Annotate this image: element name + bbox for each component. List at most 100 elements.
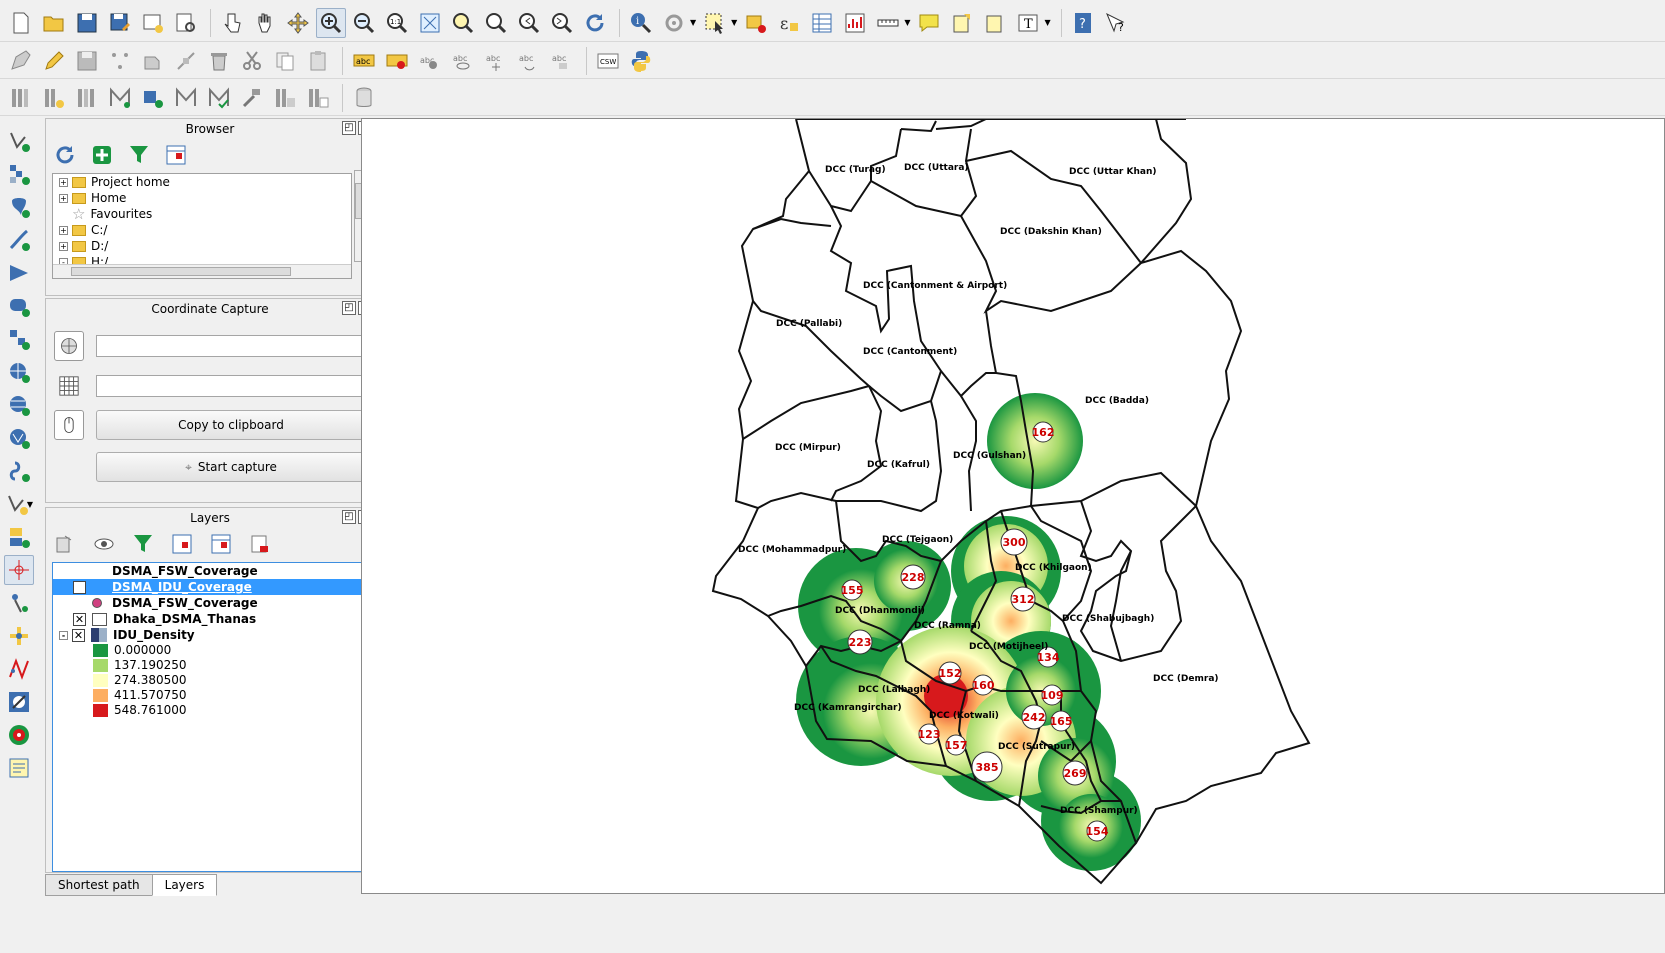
label-properties-icon[interactable]: abc bbox=[547, 46, 577, 76]
add-shapefile-icon[interactable] bbox=[6, 83, 36, 113]
crs-selector-icon[interactable] bbox=[54, 331, 84, 361]
label-highlight-icon[interactable]: abc bbox=[415, 46, 445, 76]
vector-split-icon[interactable] bbox=[171, 83, 201, 113]
expand-icon[interactable]: + bbox=[59, 193, 68, 203]
coordinate-capture-icon[interactable] bbox=[4, 555, 34, 585]
expand-all-icon[interactable] bbox=[169, 531, 195, 557]
vector-hammer-icon[interactable] bbox=[237, 83, 267, 113]
add-db2-layer-icon[interactable] bbox=[4, 324, 34, 354]
identify-icon[interactable]: i bbox=[626, 8, 656, 38]
tab-shortest-path[interactable]: Shortest path bbox=[45, 874, 153, 896]
remove-layer-icon[interactable] bbox=[247, 531, 273, 557]
attribute-table-icon[interactable] bbox=[807, 8, 837, 38]
layer-styling-icon[interactable] bbox=[52, 531, 78, 557]
topology-checker-icon[interactable] bbox=[4, 654, 34, 684]
touch-zoom-icon[interactable] bbox=[217, 8, 247, 38]
chevron-down-icon[interactable]: ▼ bbox=[731, 18, 737, 27]
measure-line-icon[interactable] bbox=[873, 8, 903, 38]
expand-icon[interactable]: + bbox=[59, 225, 68, 235]
database-icon[interactable] bbox=[349, 83, 379, 113]
new-project-icon[interactable] bbox=[6, 8, 36, 38]
layer-visibility-checkbox[interactable] bbox=[73, 597, 86, 610]
refresh-icon[interactable] bbox=[52, 142, 78, 168]
python-console-icon[interactable] bbox=[626, 46, 656, 76]
label-move-icon[interactable]: abc bbox=[481, 46, 511, 76]
map-crs-coordinate-field[interactable] bbox=[96, 375, 366, 397]
vector-info-icon[interactable] bbox=[270, 83, 300, 113]
label-show-hide-icon[interactable]: abc bbox=[448, 46, 478, 76]
layer-visibility-checkbox[interactable]: ✕ bbox=[72, 628, 85, 642]
merge-layers-icon[interactable] bbox=[72, 83, 102, 113]
add-oracle-layer-icon[interactable] bbox=[4, 291, 34, 321]
track-mouse-icon[interactable] bbox=[54, 410, 84, 440]
refresh-icon[interactable] bbox=[580, 8, 610, 38]
deselect-icon[interactable] bbox=[741, 8, 771, 38]
chevron-down-icon[interactable]: ▼ bbox=[690, 18, 696, 27]
layer-item[interactable]: ✕ DSMA_IDU_Coverage bbox=[53, 579, 367, 595]
user-crs-coordinate-field[interactable] bbox=[96, 335, 366, 357]
georeferencer-icon[interactable] bbox=[4, 588, 34, 618]
zoom-next-icon[interactable] bbox=[547, 8, 577, 38]
chevron-down-icon[interactable]: ▼ bbox=[1044, 18, 1050, 27]
add-wms-layer-icon[interactable] bbox=[4, 357, 34, 387]
filter-legend-icon[interactable] bbox=[130, 531, 156, 557]
whats-this-icon[interactable]: ? bbox=[1101, 8, 1131, 38]
layer-visibility-checkbox[interactable]: ✕ bbox=[73, 612, 86, 626]
show-bookmarks-icon[interactable] bbox=[980, 8, 1010, 38]
csw-icon[interactable]: CSW bbox=[593, 46, 623, 76]
toggle-editing-icon[interactable] bbox=[39, 46, 69, 76]
add-spatialite-layer-icon[interactable] bbox=[4, 225, 34, 255]
new-bookmark-icon[interactable] bbox=[947, 8, 977, 38]
select-features-icon[interactable] bbox=[700, 8, 730, 38]
vector-add-icon[interactable] bbox=[138, 83, 168, 113]
qgis-cloud-icon[interactable] bbox=[4, 720, 34, 750]
zoom-full-icon[interactable] bbox=[415, 8, 445, 38]
add-vector-layer-icon[interactable] bbox=[4, 126, 34, 156]
expand-icon[interactable]: + bbox=[59, 241, 68, 251]
add-postgis-layer-icon[interactable] bbox=[4, 192, 34, 222]
pan-map-icon[interactable] bbox=[250, 8, 280, 38]
browser-item[interactable]: ☆ Favourites bbox=[53, 206, 351, 222]
copy-features-icon[interactable] bbox=[270, 46, 300, 76]
chevron-down-icon[interactable]: ▼ bbox=[27, 500, 33, 509]
collapse-all-icon[interactable] bbox=[163, 142, 189, 168]
tab-layers[interactable]: Layers bbox=[151, 874, 218, 896]
new-shapefile-layer-icon[interactable]: ▼ bbox=[4, 489, 38, 519]
add-selected-layers-icon[interactable] bbox=[89, 142, 115, 168]
label-pin-icon[interactable] bbox=[382, 46, 412, 76]
label-rotate-icon[interactable]: abc bbox=[514, 46, 544, 76]
visibility-eye-icon[interactable] bbox=[91, 531, 117, 557]
add-mssql-layer-icon[interactable] bbox=[4, 258, 34, 288]
layer-labeling-icon[interactable]: abc bbox=[349, 46, 379, 76]
zoom-last-icon[interactable] bbox=[514, 8, 544, 38]
add-feature-icon[interactable] bbox=[105, 46, 135, 76]
road-graph-icon[interactable] bbox=[4, 621, 34, 651]
copy-to-clipboard-button[interactable]: Copy to clipboard bbox=[96, 410, 366, 440]
field-calculator-icon[interactable]: ε bbox=[774, 8, 804, 38]
float-panel-icon[interactable]: ◰ bbox=[342, 301, 356, 315]
text-annotation-icon[interactable]: T bbox=[1013, 8, 1043, 38]
save-edits-icon[interactable] bbox=[72, 46, 102, 76]
float-panel-icon[interactable]: ◰ bbox=[342, 121, 356, 135]
start-capture-button[interactable]: ⌖ Start capture bbox=[96, 452, 366, 482]
browser-item[interactable]: + D:/ bbox=[53, 238, 351, 254]
layer-visibility-checkbox[interactable] bbox=[73, 565, 86, 578]
add-virtual-layer-icon[interactable] bbox=[4, 522, 34, 552]
delete-selected-icon[interactable] bbox=[204, 46, 234, 76]
paste-features-icon[interactable] bbox=[303, 46, 333, 76]
help-contents-icon[interactable]: ? bbox=[1068, 8, 1098, 38]
cut-features-icon[interactable] bbox=[237, 46, 267, 76]
browser-item[interactable]: + Project home bbox=[53, 174, 351, 190]
zoom-in-icon[interactable] bbox=[316, 7, 346, 38]
heatmap-icon[interactable] bbox=[4, 687, 34, 717]
composer-manager-icon[interactable] bbox=[171, 8, 201, 38]
report-icon[interactable] bbox=[4, 753, 34, 783]
map-tips-icon[interactable] bbox=[914, 8, 944, 38]
float-panel-icon[interactable]: ◰ bbox=[342, 510, 356, 524]
zoom-native-icon[interactable]: 1:1 bbox=[382, 8, 412, 38]
layer-item[interactable]: ✕ Dhaka_DSMA_Thanas bbox=[53, 611, 367, 627]
expand-icon[interactable]: + bbox=[59, 177, 68, 187]
map-svg[interactable]: 162 300 228 155 312 223 134 152 160 109 242 165 123 1… bbox=[362, 119, 1664, 893]
open-project-icon[interactable] bbox=[39, 8, 69, 38]
chevron-down-icon[interactable]: ▼ bbox=[904, 18, 910, 27]
